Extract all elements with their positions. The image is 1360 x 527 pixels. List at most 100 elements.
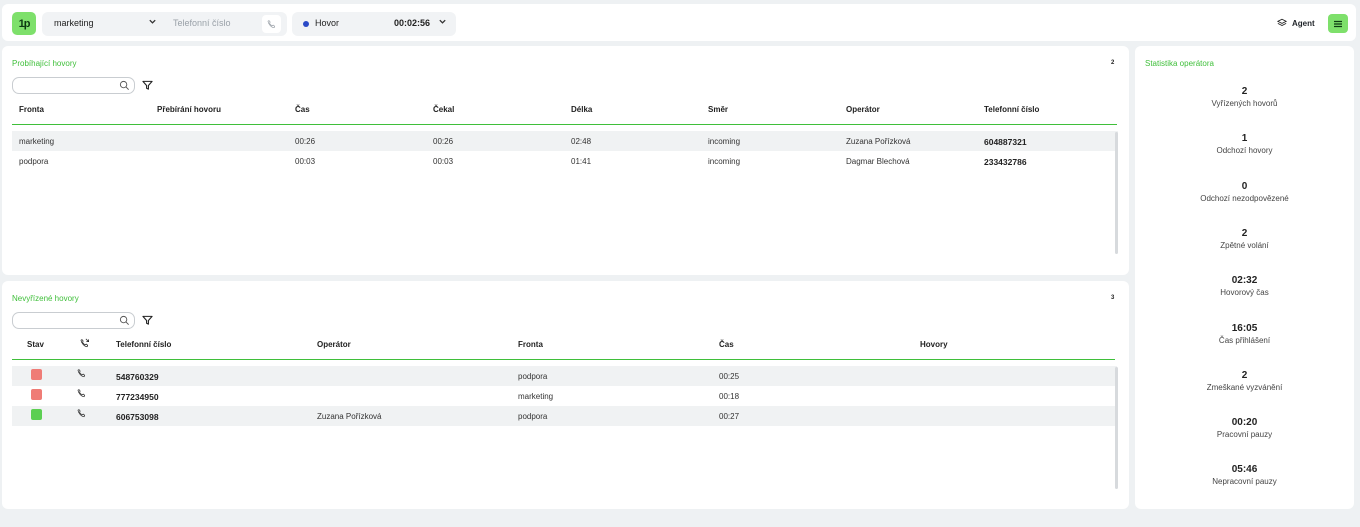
status-indicator <box>31 369 42 380</box>
phone-number-input[interactable]: Telefonní číslo <box>173 18 231 28</box>
column-header[interactable]: Čekal <box>433 105 454 114</box>
header-divider <box>12 359 1115 360</box>
stat-item: 00:20 Pracovní pauzy <box>1135 417 1354 439</box>
filter-icon[interactable] <box>142 315 153 328</box>
cell-time: 00:26 <box>295 137 316 146</box>
panel-title: Probíhající hovory <box>12 59 77 68</box>
column-header[interactable]: Směr <box>708 105 728 114</box>
stat-item: 0 Odchozí nezodpovězené <box>1135 181 1354 203</box>
table-row[interactable]: marketing 00:26 00:26 02:48 incoming Zuz… <box>12 131 1118 151</box>
stat-label: Zmeškané vyzvánění <box>1206 383 1283 392</box>
stat-value: 2 <box>1241 86 1248 97</box>
panel-title: Nevyřízené hovory <box>12 294 79 303</box>
phone-icon[interactable] <box>76 388 87 401</box>
cell-phone: 548760329 <box>116 372 159 382</box>
top-bar: 1p marketing Telefonní číslo Hovor 00:02… <box>2 4 1356 41</box>
column-header[interactable]: Délka <box>571 105 592 114</box>
cell-time: 00:18 <box>719 392 740 401</box>
stat-item: 16:05 Čas přihlášení <box>1135 323 1354 345</box>
cell-waited: 00:03 <box>433 157 454 166</box>
stat-label: Pracovní pauzy <box>1216 430 1273 439</box>
cell-phone: 606753098 <box>116 412 159 422</box>
column-header[interactable]: Operátor <box>846 105 880 114</box>
column-header[interactable]: Hovory <box>920 340 948 349</box>
header-divider <box>12 124 1117 125</box>
cell-queue: podpora <box>19 157 49 166</box>
phone-icon[interactable] <box>76 368 87 381</box>
phone-icon[interactable] <box>76 408 87 421</box>
operator-stats-panel: Statistika operátora 2 Vyřízených hovorů… <box>1135 46 1354 509</box>
cell-queue: marketing <box>19 137 55 146</box>
cell-waited: 00:26 <box>433 137 454 146</box>
stat-value: 02:32 <box>1231 275 1258 286</box>
status-label: Hovor <box>315 18 340 28</box>
menu-button[interactable] <box>1328 14 1348 33</box>
stat-value: 00:20 <box>1231 417 1258 428</box>
stat-label: Odchozí nezodpovězené <box>1200 194 1289 203</box>
column-header[interactable]: Čas <box>295 105 310 114</box>
stat-label: Zpětné volání <box>1220 241 1269 250</box>
cell-operator: Zuzana Pořízková <box>317 412 382 421</box>
stat-label: Čas přihlášení <box>1218 336 1271 345</box>
stat-item: 2 Zpětné volání <box>1135 228 1354 250</box>
cell-direction: incoming <box>708 157 741 166</box>
queue-and-dial-group: marketing Telefonní číslo <box>42 12 287 36</box>
stat-label: Odchozí hovory <box>1216 146 1273 155</box>
cell-duration: 02:48 <box>571 137 592 146</box>
column-header[interactable]: Čas <box>719 340 734 349</box>
queue-select[interactable]: marketing <box>54 18 94 28</box>
search-input[interactable] <box>12 77 135 94</box>
table-row[interactable]: 548760329 podpora 00:25 <box>12 366 1117 386</box>
stat-item: 2 Zmeškané vyzvánění <box>1135 370 1354 392</box>
stat-item: 1 Odchozí hovory <box>1135 133 1354 155</box>
search-icon[interactable] <box>119 315 130 328</box>
stat-value: 1 <box>1241 133 1248 144</box>
call-timer: 00:02:56 <box>394 18 431 28</box>
cell-time: 00:03 <box>295 157 316 166</box>
cell-time: 00:25 <box>719 372 740 381</box>
table-row[interactable]: 606753098 Zuzana Pořízková podpora 00:27 <box>12 406 1117 426</box>
stat-label: Nepracovní pauzy <box>1212 477 1277 486</box>
role-switcher[interactable]: Agent <box>1277 18 1315 28</box>
scrollbar[interactable] <box>1115 367 1118 489</box>
stat-item: 02:32 Hovorový čas <box>1135 275 1354 297</box>
filter-icon[interactable] <box>142 80 153 93</box>
cell-operator: Dagmar Blechová <box>846 157 910 166</box>
stat-value: 16:05 <box>1231 323 1258 334</box>
phone-icon <box>267 19 276 28</box>
column-header[interactable]: Přebírání hovoru <box>157 105 221 114</box>
cell-phone: 233432786 <box>984 157 1027 167</box>
column-header[interactable]: Operátor <box>317 340 351 349</box>
call-status-dropdown[interactable]: Hovor 00:02:56 <box>292 12 456 36</box>
dial-button[interactable] <box>262 15 281 33</box>
search-input[interactable] <box>12 312 135 329</box>
ongoing-calls-panel: Probíhající hovory 2 Fronta Přebírání ho… <box>2 46 1129 275</box>
search-icon[interactable] <box>119 80 130 93</box>
stat-item: 2 Vyřízených hovorů <box>1135 86 1354 108</box>
scrollbar[interactable] <box>1115 132 1118 254</box>
chevron-down-icon[interactable] <box>438 17 447 28</box>
cell-queue: podpora <box>518 412 548 421</box>
stat-label: Vyřízených hovorů <box>1211 99 1278 108</box>
cell-queue: podpora <box>518 372 548 381</box>
cell-duration: 01:41 <box>571 157 592 166</box>
stat-value: 05:46 <box>1231 464 1258 475</box>
column-header[interactable]: Stav <box>27 340 44 349</box>
app-logo[interactable]: 1p <box>12 12 36 35</box>
panel-title: Statistika operátora <box>1145 59 1214 68</box>
stat-value: 2 <box>1241 228 1248 239</box>
column-header[interactable]: Telefonní číslo <box>984 105 1039 114</box>
table-row[interactable]: podpora 00:03 00:03 01:41 incoming Dagma… <box>12 151 1118 171</box>
status-indicator <box>31 389 42 400</box>
call-count: 2 <box>1111 60 1115 66</box>
status-indicator <box>31 409 42 420</box>
column-header[interactable]: Fronta <box>518 340 543 349</box>
chevron-down-icon[interactable] <box>148 17 157 28</box>
cell-phone: 777234950 <box>116 392 159 402</box>
table-row[interactable]: 777234950 marketing 00:18 <box>12 386 1117 406</box>
cell-time: 00:27 <box>719 412 740 421</box>
hamburger-icon <box>1334 20 1342 27</box>
stat-label: Hovorový čas <box>1220 288 1269 297</box>
column-header[interactable]: Fronta <box>19 105 44 114</box>
column-header[interactable]: Telefonní číslo <box>116 340 171 349</box>
